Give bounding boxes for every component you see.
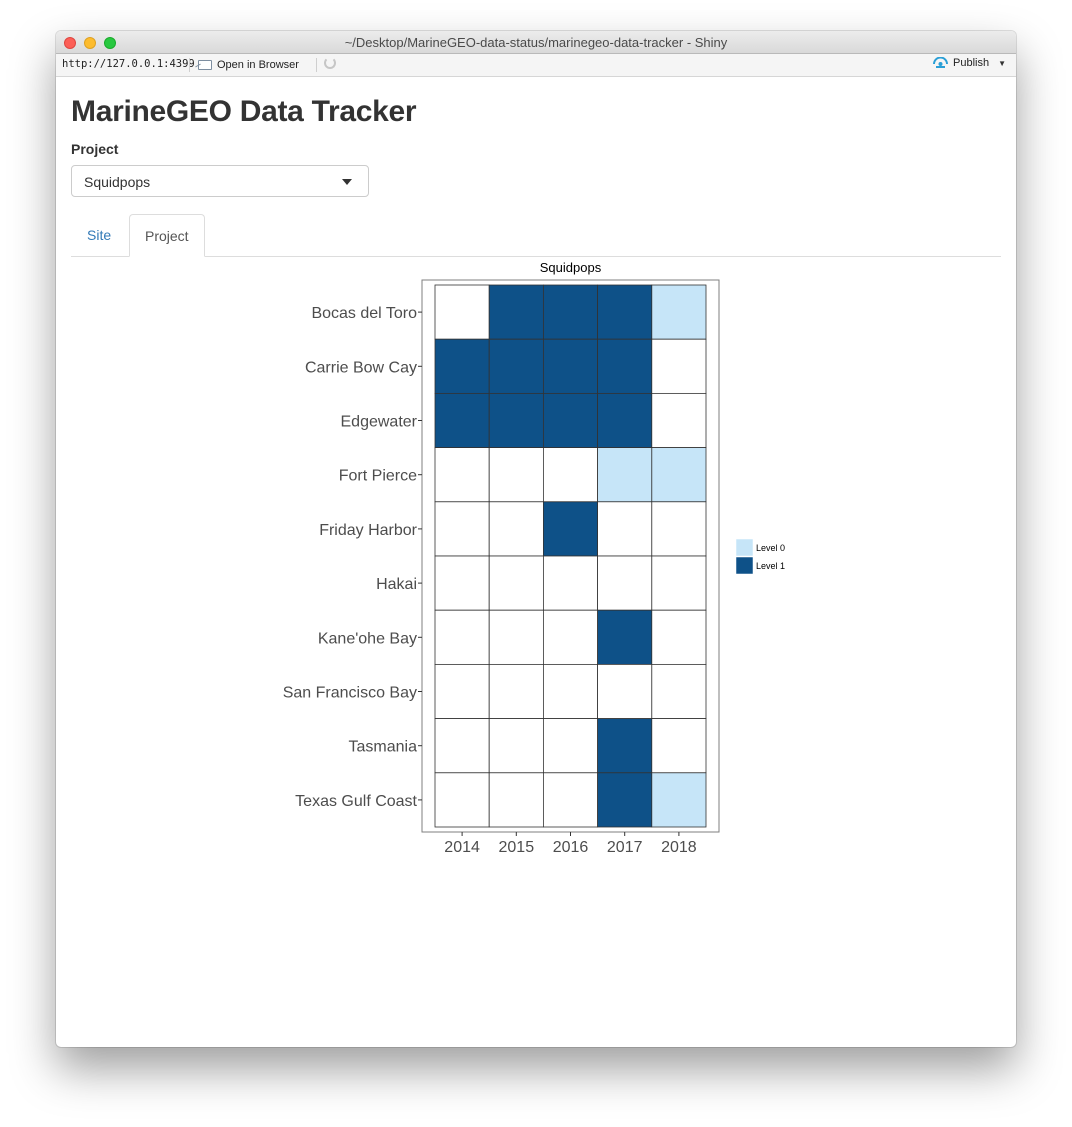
heatmap-cell xyxy=(542,447,598,503)
x-tick-label: 2017 xyxy=(607,839,643,856)
x-tick-label: 2018 xyxy=(661,839,697,856)
legend-key xyxy=(735,556,754,575)
heatmap-cell xyxy=(434,718,490,774)
heatmap-cell xyxy=(434,772,490,828)
heatmap-cell xyxy=(542,392,598,448)
y-tick-label: Carrie Bow Cay xyxy=(305,359,417,376)
heatmap-cell xyxy=(434,284,490,340)
heatmap-cell xyxy=(488,555,544,611)
toolbar-separator xyxy=(189,58,190,72)
heatmap-cell xyxy=(488,663,544,719)
legend-label: Level 0 xyxy=(756,543,785,553)
heatmap-cell xyxy=(651,447,707,503)
publish-icon xyxy=(933,57,948,68)
heatmap-plot: Squidpops Bocas del Toro Carrie Bow Cay Edg… xyxy=(71,257,1001,857)
heatmap-cell xyxy=(597,663,653,719)
heatmap-cell xyxy=(651,501,707,557)
heatmap-cell xyxy=(597,609,653,665)
heatmap-cell xyxy=(434,338,490,394)
heatmap-cell xyxy=(434,501,490,557)
heatmap-cell xyxy=(488,609,544,665)
heatmap-cell xyxy=(434,609,490,665)
heatmap-cell xyxy=(434,555,490,611)
y-tick-label: Edgewater xyxy=(341,414,418,431)
heatmap-cell xyxy=(542,555,598,611)
screen: ~/Desktop/MarineGEO-data-status/marinege… xyxy=(0,0,1072,1127)
title-bar[interactable]: ~/Desktop/MarineGEO-data-status/marinege… xyxy=(56,31,1016,54)
publish-dropdown-icon[interactable]: ▼ xyxy=(998,59,1006,68)
tab-project[interactable]: Project xyxy=(129,214,205,257)
y-tick-label: Tasmania xyxy=(349,739,418,756)
refresh-icon[interactable] xyxy=(324,57,336,69)
heatmap-cell xyxy=(542,718,598,774)
heatmap-cell xyxy=(488,338,544,394)
legend-label: Level 1 xyxy=(756,561,785,571)
heatmap-cell xyxy=(597,555,653,611)
legend-key xyxy=(735,538,754,557)
page-title: MarineGEO Data Tracker xyxy=(71,95,417,128)
x-tick-label: 2014 xyxy=(444,839,480,856)
heatmap-cell xyxy=(651,718,707,774)
tab-bar: Site Project xyxy=(71,214,1001,257)
y-tick-label: Hakai xyxy=(376,576,417,593)
heatmap-cell xyxy=(597,392,653,448)
tab-site[interactable]: Site xyxy=(72,214,126,255)
project-select[interactable]: Squidpops xyxy=(71,165,369,197)
project-select-value: Squidpops xyxy=(84,174,151,190)
heatmap-cell xyxy=(597,284,653,340)
heatmap-cell xyxy=(597,447,653,503)
heatmap-cell xyxy=(651,555,707,611)
heatmap-cell xyxy=(542,284,598,340)
heatmap-cell xyxy=(651,392,707,448)
app-window: ~/Desktop/MarineGEO-data-status/marinege… xyxy=(56,31,1016,1047)
viewer-toolbar: http://127.0.0.1:4399 Open in Browser Pu… xyxy=(56,54,1016,77)
project-label: Project xyxy=(71,141,119,157)
chevron-down-icon xyxy=(342,179,352,185)
y-tick-label: Bocas del Toro xyxy=(311,305,417,322)
y-tick-label: Fort Pierce xyxy=(339,468,417,485)
heatmap-cell xyxy=(651,663,707,719)
open-in-browser-button[interactable]: Open in Browser xyxy=(198,57,299,73)
heatmap-cell xyxy=(651,338,707,394)
heatmap-cell xyxy=(651,609,707,665)
y-tick-label: San Francisco Bay xyxy=(283,685,417,702)
x-tick-label: 2015 xyxy=(499,839,535,856)
toolbar-separator xyxy=(316,58,317,72)
heatmap-cell xyxy=(488,284,544,340)
heatmap-cell xyxy=(542,338,598,394)
heatmap-cell xyxy=(542,609,598,665)
y-tick-label: Kane'ohe Bay xyxy=(318,630,417,647)
open-in-browser-icon xyxy=(198,60,212,70)
heatmap-cell xyxy=(488,447,544,503)
heatmap-cell xyxy=(651,284,707,340)
heatmap-cell xyxy=(542,501,598,557)
window-title: ~/Desktop/MarineGEO-data-status/marinege… xyxy=(344,35,728,50)
y-tick-label: Friday Harbor xyxy=(319,522,417,539)
heatmap-cell xyxy=(542,772,598,828)
heatmap-cell xyxy=(597,338,653,394)
heatmap-cell xyxy=(597,501,653,557)
heatmap-cell xyxy=(434,447,490,503)
publish-button[interactable]: Publish ▼ xyxy=(933,57,1006,69)
heatmap-cell xyxy=(597,718,653,774)
chart-title: Squidpops xyxy=(540,260,602,275)
y-tick-label: Texas Gulf Coast xyxy=(295,793,417,810)
publish-label: Publish xyxy=(953,57,990,69)
url-text: http://127.0.0.1:4399 xyxy=(62,58,195,70)
heatmap-svg: Squidpops Bocas del Toro Carrie Bow Cay Edg… xyxy=(283,260,785,856)
heatmap-cell xyxy=(488,392,544,448)
heatmap-cell xyxy=(488,772,544,828)
heatmap-cell xyxy=(488,501,544,557)
heatmap-cell xyxy=(434,663,490,719)
heatmap-cell xyxy=(488,718,544,774)
open-in-browser-label: Open in Browser xyxy=(217,59,299,71)
heatmap-cell xyxy=(434,392,490,448)
heatmap-cell xyxy=(597,772,653,828)
x-tick-label: 2016 xyxy=(553,839,589,856)
heatmap-cell xyxy=(542,663,598,719)
heatmap-cell xyxy=(651,772,707,828)
